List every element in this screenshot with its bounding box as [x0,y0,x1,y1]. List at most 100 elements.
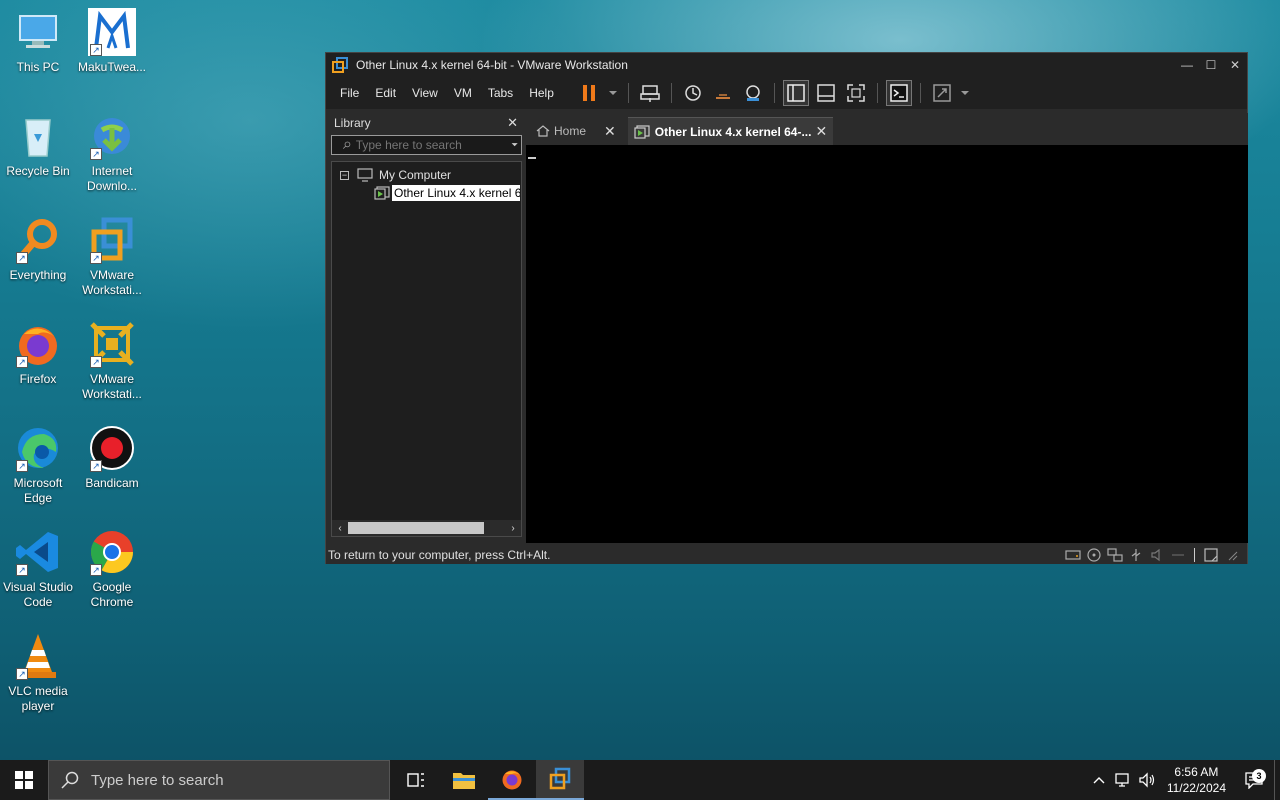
library-title: Library [334,116,371,130]
desktop-icon-bandicam[interactable]: ↗ Bandicam [74,424,150,491]
desktop-icon-label: Internet Downlo... [86,164,138,193]
notification-count-badge: 3 [1252,769,1266,783]
vm-tab-strip: Home ✕ Other Linux 4.x kernel 64-... ✕ [530,113,1248,145]
vm-running-icon [634,124,650,139]
library-search-box[interactable] [331,135,522,155]
usb-icon[interactable] [1127,548,1145,562]
close-button[interactable]: ✕ [1223,53,1247,77]
scroll-left-icon[interactable]: ‹ [332,523,348,534]
menu-tabs[interactable]: Tabs [480,86,521,100]
menu-edit[interactable]: Edit [367,86,404,100]
taskbar-file-explorer[interactable] [440,760,488,800]
menu-file[interactable]: File [332,86,367,100]
menu-view[interactable]: View [404,86,446,100]
desktop-icon-google-chrome[interactable]: ↗ Google Chrome [74,528,150,610]
snapshot-manager-icon[interactable] [740,80,766,106]
clock-time: 6:56 AM [1174,765,1219,779]
desktop-icon-this-pc[interactable]: This PC [0,8,76,75]
desktop-icon-label: Bandicam [85,476,139,490]
desktop-icon-vlc[interactable]: ↗ VLC media player [0,632,76,714]
message-log-icon[interactable] [1202,547,1220,562]
show-hidden-icons-chevron-up-icon[interactable] [1087,776,1111,784]
recycle-bin-icon [14,112,62,160]
desktop-icon-vmware-workstation-2[interactable]: ↗ VMware Workstati... [74,320,150,402]
toolbar-separator [773,83,775,103]
sound-card-icon[interactable] [1148,548,1166,562]
status-message: To return to your computer, press Ctrl+A… [328,547,551,562]
tree-item-my-computer[interactable]: − My Computer [332,166,521,184]
clock-date: 11/22/2024 [1166,781,1226,795]
taskbar-vmware-workstation[interactable] [536,760,584,800]
console-view-button[interactable] [885,80,912,106]
search-dropdown-chevron-icon[interactable] [511,141,518,149]
shortcut-arrow-icon: ↗ [16,252,28,264]
desktop-icon-vmware-workstation[interactable]: ↗ VMware Workstati... [74,216,150,298]
desktop-icon-label: Google Chrome [90,580,134,609]
desktop-icon-internet-download-manager[interactable]: ↗ Internet Downlo... [74,112,150,194]
desktop-icon-label: Everything [9,268,67,282]
send-ctrl-alt-del-icon[interactable] [637,80,663,106]
desktop-icon-vscode[interactable]: ↗ Visual Studio Code [0,528,76,610]
taskbar-firefox[interactable] [488,760,536,800]
action-center-button[interactable]: 3 [1234,769,1274,789]
tab-close-icon[interactable]: ✕ [815,123,827,140]
shortcut-arrow-icon: ↗ [90,356,102,368]
library-close-icon[interactable]: ✕ [507,115,518,131]
makutweaker-icon: ↗ [88,8,136,56]
desktop-icon-recycle-bin[interactable]: Recycle Bin [0,112,76,179]
window-titlebar[interactable]: Other Linux 4.x kernel 64-bit - VMware W… [326,53,1247,77]
search-icon [342,141,351,149]
scrollbar-thumb[interactable] [348,522,484,534]
cd-dvd-icon[interactable] [1085,547,1103,562]
shortcut-arrow-icon: ↗ [90,564,102,576]
network-adapter-icon[interactable] [1106,547,1124,562]
menu-help[interactable]: Help [521,86,562,100]
device-status-icons [1064,547,1247,562]
show-thumbnail-bar-button[interactable] [813,80,839,106]
vmware-app-icon [332,57,348,73]
maximize-button[interactable]: ☐ [1199,53,1223,77]
stretch-guest-icon[interactable] [929,80,955,106]
vm-console-screen[interactable] [526,145,1248,543]
resize-grip-icon[interactable] [1223,548,1241,562]
power-dropdown-chevron-icon[interactable] [606,80,620,106]
library-horizontal-scrollbar[interactable]: ‹ › [332,520,521,536]
tab-other-linux[interactable]: Other Linux 4.x kernel 64-... ✕ [627,117,834,145]
vlc-cone-icon: ↗ [14,632,62,680]
tab-home[interactable]: Home ✕ [530,117,622,145]
minimize-button[interactable]: — [1175,53,1199,77]
collapse-minus-icon[interactable]: − [340,170,349,180]
stretch-dropdown-chevron-icon[interactable] [959,80,971,106]
full-screen-button[interactable] [843,80,869,106]
desktop-icon-makutweaker[interactable]: ↗ MakuTwea... [74,8,150,75]
scroll-right-icon[interactable]: › [505,523,521,534]
network-icon[interactable] [1111,772,1135,788]
snapshot-revert-icon[interactable] [710,80,736,106]
taskbar-search-box[interactable]: Type here to search [48,760,390,800]
menu-vm[interactable]: VM [446,86,480,100]
search-icon [61,771,79,789]
windows-logo-icon [15,771,33,789]
task-view-button[interactable] [392,760,440,800]
vmware-workstation-icon [549,767,571,790]
library-search-input[interactable] [351,138,511,152]
tab-close-icon[interactable]: ✕ [604,123,616,140]
show-library-button[interactable] [782,80,809,106]
taskbar-clock[interactable]: 6:56 AM 11/22/2024 [1159,764,1234,796]
start-button[interactable] [0,760,48,800]
show-desktop-button[interactable] [1274,760,1280,800]
firefox-icon: ↗ [14,320,62,368]
desktop-icon-microsoft-edge[interactable]: ↗ Microsoft Edge [0,424,76,506]
desktop-icon-firefox[interactable]: ↗ Firefox [0,320,76,387]
snapshot-take-icon[interactable] [680,80,706,106]
suspend-pause-button[interactable] [576,80,602,106]
volume-speaker-icon[interactable] [1135,772,1159,788]
hard-disk-icon[interactable] [1064,548,1082,562]
tree-item-vm-other-linux[interactable]: Other Linux 4.x kernel 64-bit [332,184,521,202]
display-icon[interactable] [1169,548,1187,562]
text-cursor [528,157,536,159]
desktop-icon-label: MakuTwea... [77,60,147,74]
desktop-icon-everything[interactable]: ↗ Everything [0,216,76,283]
shortcut-arrow-icon: ↗ [90,460,102,472]
edge-icon: ↗ [14,424,62,472]
